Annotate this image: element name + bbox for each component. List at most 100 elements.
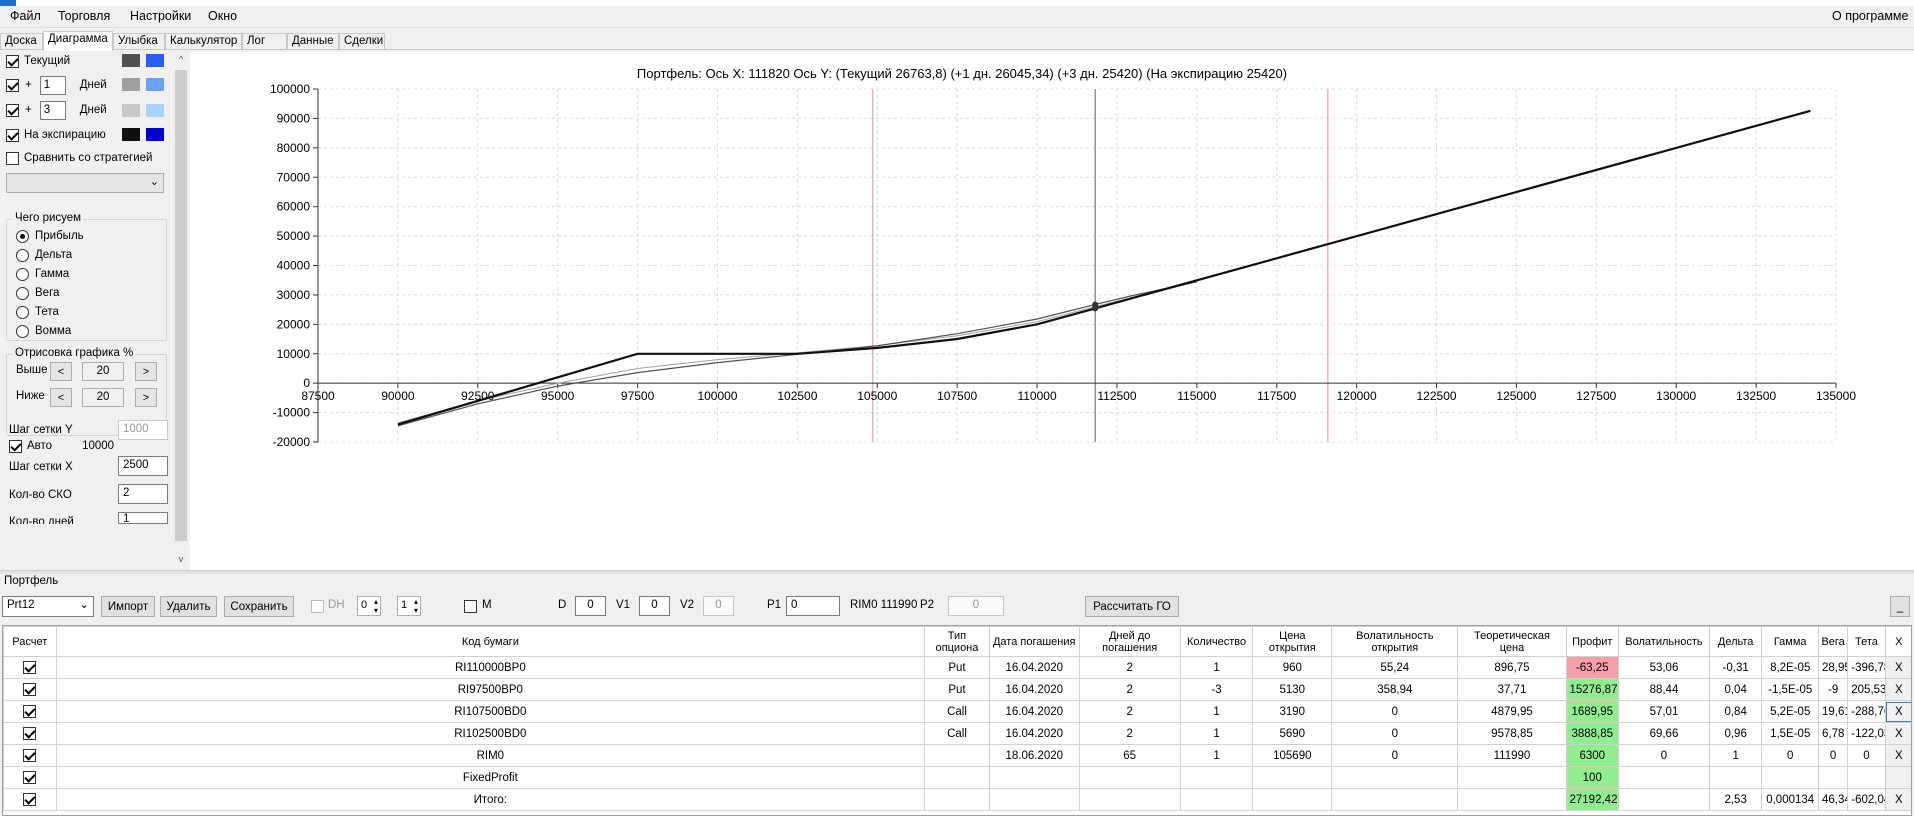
column-header[interactable]: Расчет	[3, 626, 57, 657]
days1-input[interactable]: 1	[39, 75, 66, 95]
import-button[interactable]: Импорт	[101, 596, 155, 617]
save-button[interactable]: Сохранить	[224, 596, 294, 617]
days1-color-swatch[interactable]	[122, 78, 140, 91]
expiry-checkbox[interactable]	[6, 128, 19, 142]
strategy-dropdown[interactable]: ⌄	[6, 173, 164, 193]
days3-input[interactable]: 3	[39, 100, 66, 120]
radio-vega-button[interactable]	[16, 286, 29, 300]
radio-profit[interactable]: Прибыль	[16, 227, 84, 245]
table-row[interactable]: FixedProfit 100	[3, 766, 1911, 789]
days3-checkbox[interactable]	[6, 103, 19, 117]
spin-arrows-icon[interactable]: ▴ ▾	[374, 597, 378, 615]
column-header[interactable]: Вега	[1817, 626, 1849, 657]
column-header[interactable]: Цена открытия	[1252, 626, 1333, 657]
radio-gamma-button[interactable]	[16, 267, 29, 281]
calc-checkbox[interactable]	[23, 727, 37, 740]
menu-window[interactable]: Окно	[208, 9, 237, 23]
scroll-up-icon[interactable]: ^	[174, 54, 188, 68]
above-decrease-button[interactable]: <	[50, 362, 72, 381]
column-header[interactable]: Дней до погашения	[1078, 626, 1181, 657]
radio-vomma[interactable]: Вомма	[16, 322, 71, 340]
table-row[interactable]: RI107500BD0 Call 16.04.2020 2 1 3190 0 4879,95 1…	[3, 700, 1911, 723]
calc-checkbox[interactable]	[23, 683, 37, 696]
payoff-chart[interactable]: Портфель: Ось X: 111820 Ось Y: (Текущий …	[190, 52, 1914, 570]
current-color-swatch[interactable]	[122, 54, 140, 67]
column-header[interactable]: Гамма	[1761, 626, 1819, 657]
above-increase-button[interactable]: >	[135, 362, 157, 381]
tab-calculator[interactable]: Калькулятор	[165, 33, 242, 50]
dh-spin-1[interactable]: 0 ▴ ▾	[357, 596, 381, 616]
tab-smile[interactable]: Улыбка	[113, 33, 165, 50]
calc-checkbox[interactable]	[23, 705, 37, 718]
remove-row-button[interactable]: X	[1884, 788, 1911, 811]
column-header[interactable]: Волатильность открытия	[1331, 626, 1459, 657]
days-count-input[interactable]: 1	[118, 512, 168, 525]
grid-y-input[interactable]: 1000	[118, 420, 168, 440]
remove-row-button[interactable]: X	[1884, 700, 1911, 723]
expiry-color-swatch[interactable]	[122, 128, 140, 141]
current-checkbox[interactable]	[6, 54, 19, 68]
v1-input[interactable]: 0	[639, 596, 670, 616]
expiry-color-swatch-2[interactable]	[146, 128, 164, 141]
dh-checkbox[interactable]	[311, 600, 324, 613]
radio-delta[interactable]: Дельта	[16, 246, 72, 264]
grid-x-input[interactable]: 2500	[118, 456, 168, 476]
column-header[interactable]: Код бумаги	[55, 626, 926, 657]
radio-profit-button[interactable]	[16, 229, 29, 243]
calc-checkbox[interactable]	[23, 749, 37, 762]
column-header[interactable]: X	[1884, 626, 1911, 657]
days3-color-swatch-2[interactable]	[146, 104, 164, 117]
d-input[interactable]: 0	[575, 596, 606, 616]
days3-color-swatch[interactable]	[122, 104, 140, 117]
scroll-thumb[interactable]	[175, 70, 187, 541]
days1-checkbox[interactable]	[6, 78, 19, 92]
tab-chart[interactable]: Диаграмма	[43, 31, 113, 51]
column-header[interactable]: Профит	[1565, 626, 1620, 657]
column-header[interactable]: Тета	[1847, 626, 1886, 657]
current-color-swatch-2[interactable]	[146, 54, 164, 67]
v2-input[interactable]: 0	[703, 596, 734, 616]
left-panel-scrollbar[interactable]: ^ v	[174, 54, 188, 568]
column-header[interactable]: Волатильность	[1618, 626, 1710, 657]
calc-checkbox[interactable]	[23, 661, 37, 674]
table-row[interactable]: RI102500BD0 Call 16.04.2020 2 1 5690 0 9578,85 3…	[3, 722, 1911, 745]
panel-splitter[interactable]	[0, 570, 1914, 574]
spin-arrows-icon[interactable]: ▴ ▾	[414, 597, 418, 615]
tab-log[interactable]: Лог	[242, 33, 287, 50]
radio-vomma-button[interactable]	[16, 324, 29, 338]
menu-settings[interactable]: Настройки	[130, 9, 191, 23]
column-header[interactable]: Тип опциона	[924, 626, 990, 657]
radio-vega[interactable]: Вега	[16, 284, 59, 302]
table-row[interactable]: RI97500BP0 Put 16.04.2020 2 -3 5130 358,94 37,7…	[3, 678, 1911, 701]
tab-data[interactable]: Данные	[287, 33, 339, 50]
scroll-down-icon[interactable]: v	[174, 554, 188, 568]
m-checkbox[interactable]	[464, 600, 477, 613]
calc-go-button[interactable]: Рассчитать ГО	[1085, 596, 1179, 617]
remove-row-button[interactable]: X	[1884, 744, 1911, 767]
dh-spin-2[interactable]: 1 ▴ ▾	[397, 596, 421, 616]
delete-button[interactable]: Удалить	[160, 596, 217, 617]
column-header[interactable]: Дата погашения	[988, 626, 1080, 657]
menu-file[interactable]: Файл	[10, 9, 41, 23]
column-header[interactable]: Дельта	[1708, 626, 1763, 657]
tab-board[interactable]: Доска	[0, 33, 43, 50]
radio-gamma[interactable]: Гамма	[16, 265, 69, 283]
below-decrease-button[interactable]: <	[50, 388, 72, 407]
minimize-panel-button[interactable]: _	[1890, 596, 1910, 617]
remove-row-button[interactable]: X	[1884, 722, 1911, 745]
tab-deals[interactable]: Сделки	[339, 33, 385, 50]
remove-row-button[interactable]: X	[1884, 678, 1911, 701]
p1-input[interactable]: 0	[786, 596, 840, 616]
below-increase-button[interactable]: >	[135, 388, 157, 407]
remove-row-button[interactable]: X	[1884, 656, 1911, 679]
sko-input[interactable]: 2	[118, 484, 168, 504]
compare-checkbox[interactable]	[6, 151, 19, 165]
days1-color-swatch-2[interactable]	[146, 78, 164, 91]
table-row[interactable]: RI110000BP0 Put 16.04.2020 2 1 960 55,24 896,75…	[3, 656, 1911, 679]
auto-checkbox[interactable]	[9, 439, 22, 453]
table-row[interactable]: RIM0 18.06.2020 65 1 105690 0 111990 6300 0 1 0 0 0 X	[3, 744, 1911, 767]
calc-checkbox[interactable]	[23, 793, 37, 806]
p2-input[interactable]: 0	[948, 596, 1004, 616]
column-header[interactable]: Теоретическая цена	[1457, 626, 1567, 657]
calc-checkbox[interactable]	[23, 771, 37, 784]
